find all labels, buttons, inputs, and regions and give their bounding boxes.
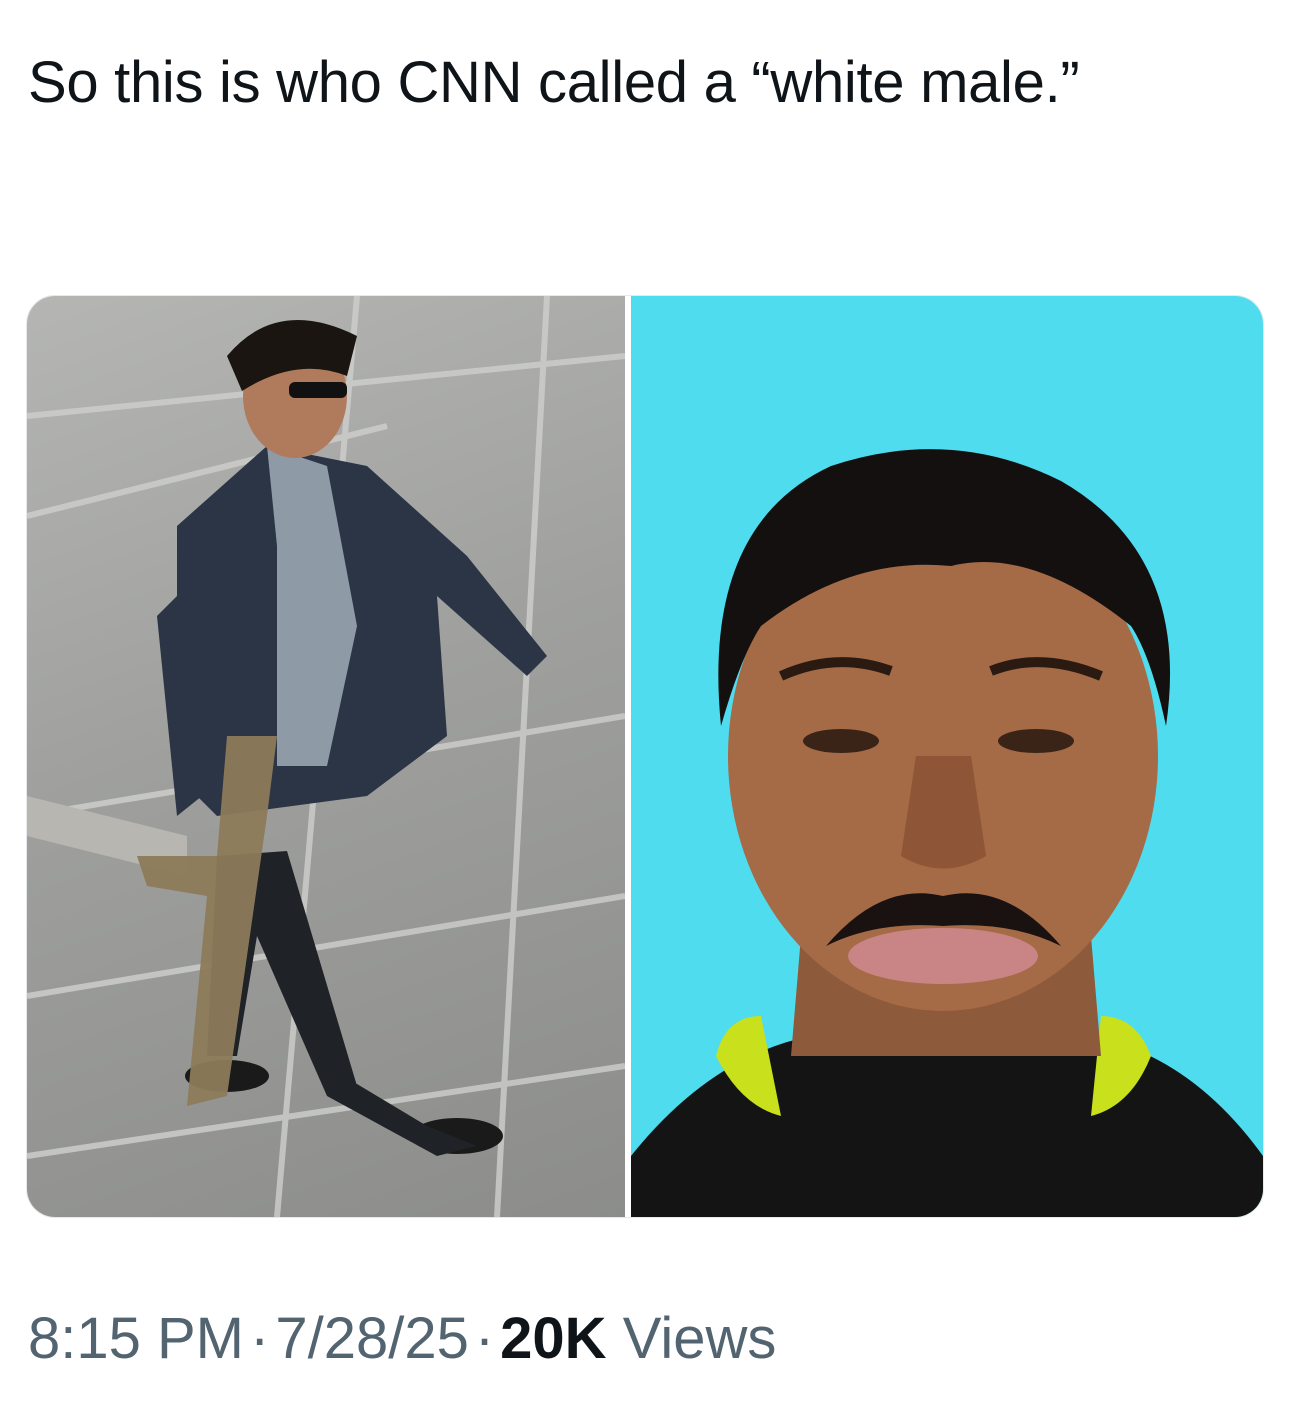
- tweet-photo-right[interactable]: [631, 296, 1263, 1217]
- views-label[interactable]: Views: [623, 1306, 777, 1371]
- portrait-photo: [631, 449, 1263, 1217]
- tweet-date[interactable]: 7/28/25: [275, 1306, 469, 1371]
- tweet-time[interactable]: 8:15 PM: [28, 1306, 244, 1371]
- tweet-photo-left[interactable]: [27, 296, 625, 1217]
- tweet-media-grid[interactable]: [26, 295, 1264, 1218]
- views-count[interactable]: 20K: [500, 1306, 606, 1371]
- surveillance-photo: [27, 296, 625, 1217]
- tweet-metadata: 8:15 PM · 7/28/25 · 20K Views: [28, 1304, 776, 1374]
- tweet-text: So this is who CNN called a “white male.…: [28, 50, 1080, 115]
- meta-separator: ·: [474, 1306, 495, 1371]
- meta-separator: ·: [250, 1306, 270, 1371]
